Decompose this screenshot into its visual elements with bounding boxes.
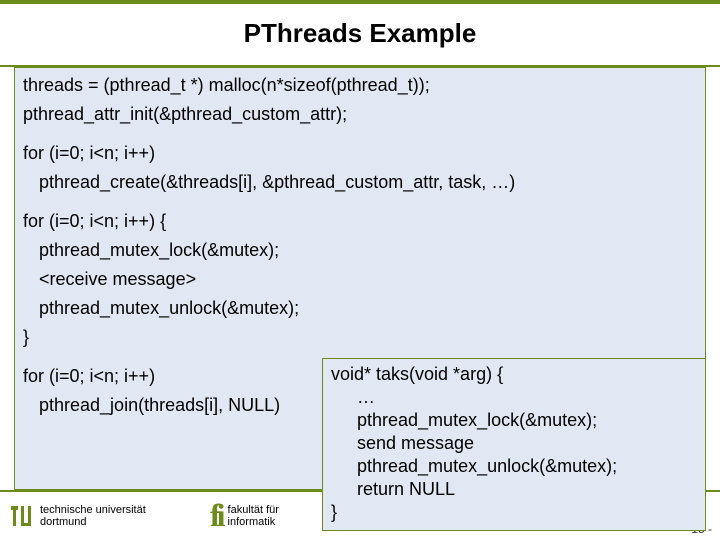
fi-logo-icon: fi: [210, 503, 222, 529]
fi-text: fakultät für informatik: [228, 504, 279, 528]
code-line: }: [331, 501, 697, 524]
code-line: for (i=0; i<n; i++) {: [23, 210, 697, 233]
code-line: …: [331, 386, 697, 409]
code-line: pthread_mutex_lock(&mutex);: [23, 239, 697, 262]
tu-line1: technische universität: [40, 504, 146, 516]
code-line: pthread_mutex_unlock(&mutex);: [23, 297, 697, 320]
code-line: pthread_mutex_lock(&mutex);: [331, 409, 697, 432]
code-line: threads = (pthread_t *) malloc(n*sizeof(…: [23, 74, 697, 97]
tu-text: technische universität dortmund: [40, 504, 146, 528]
code-line: send message: [331, 432, 697, 455]
tu-line2: dortmund: [40, 516, 146, 528]
code-line: for (i=0; i<n; i++): [23, 142, 697, 165]
code-line: pthread_attr_init(&pthread_custom_attr);: [23, 103, 697, 126]
content-area: threads = (pthread_t *) malloc(n*sizeof(…: [0, 67, 720, 490]
code-line: return NULL: [331, 478, 697, 501]
code-line: void* taks(void *arg) {: [331, 363, 697, 386]
slide-title: PThreads Example: [0, 18, 720, 49]
code-line: }: [23, 326, 697, 349]
tu-logo-icon: [8, 503, 34, 529]
code-line: pthread_create(&threads[i], &pthread_cus…: [23, 171, 697, 194]
code-line: pthread_mutex_unlock(&mutex);: [331, 455, 697, 478]
fi-line2: informatik: [228, 516, 279, 528]
tu-logo-block: technische universität dortmund: [0, 503, 210, 529]
overlay-code-box: void* taks(void *arg) { … pthread_mutex_…: [322, 358, 706, 531]
fi-line1: fakultät für: [228, 504, 279, 516]
title-area: PThreads Example: [0, 4, 720, 57]
code-line: <receive message>: [23, 268, 697, 291]
